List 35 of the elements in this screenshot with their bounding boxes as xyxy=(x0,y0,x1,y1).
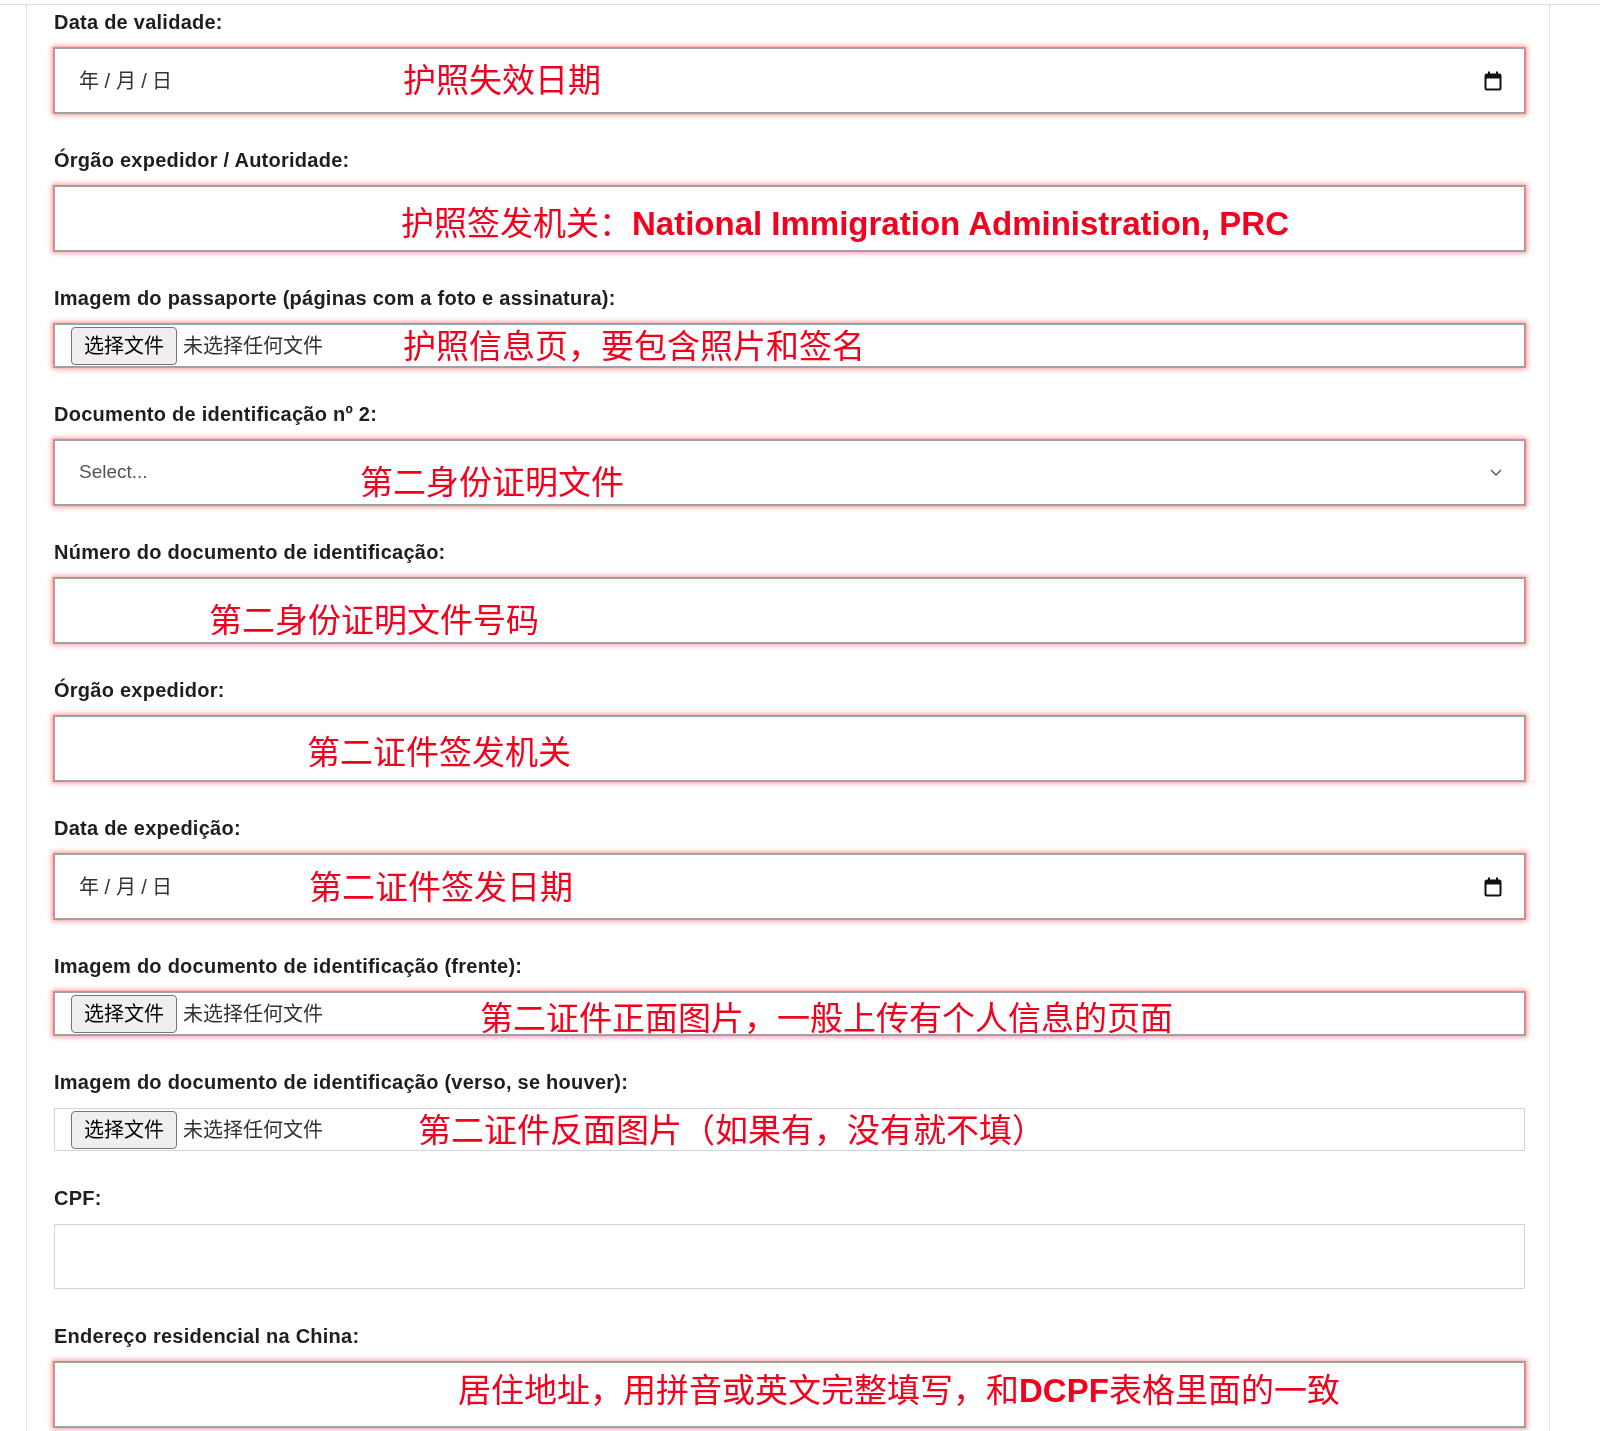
field-label: Órgão expedidor: xyxy=(54,678,226,702)
text-field[interactable] xyxy=(54,578,1525,643)
field-label: Data de validade: xyxy=(54,10,224,34)
annotation-note: 第二证件反面图片（如果有，没有就不填） xyxy=(418,1113,1045,1147)
calendar-icon xyxy=(1484,876,1502,897)
field-label: Documento de identificação nº 2: xyxy=(54,402,379,426)
field-label: Número do documento de identificação: xyxy=(54,540,447,564)
chevron-down-icon xyxy=(1490,469,1502,476)
annotation-note: 第二证件签发机关 xyxy=(307,735,571,769)
field-label: Data de expedição: xyxy=(54,816,242,840)
calendar-icon xyxy=(1484,70,1502,91)
file-status-text: 未选择任何文件 xyxy=(183,1001,323,1027)
annotation-note: 第二身份证明文件 xyxy=(360,465,624,499)
field-label: Órgão expedidor / Autoridade: xyxy=(54,148,351,172)
annotation-note: 居住地址，用拼音或英文完整填写，和DCPF表格里面的一致 xyxy=(458,1373,1340,1407)
choose-file-button[interactable]: 选择文件 xyxy=(71,326,177,365)
field-label: Imagem do documento de identificação (verso, se houver): xyxy=(54,1070,630,1094)
annotation-note: 第二身份证明文件号码 xyxy=(209,603,539,637)
file-status-text: 未选择任何文件 xyxy=(183,333,323,359)
field-label: Endereço residencial na China: xyxy=(54,1324,361,1348)
choose-file-button[interactable]: 选择文件 xyxy=(71,1110,177,1149)
field-label: CPF: xyxy=(54,1186,103,1210)
field-label: Imagem do passaporte (páginas com a foto e assinatura): xyxy=(54,286,617,310)
annotation-note: 护照信息页，要包含照片和签名 xyxy=(403,329,865,363)
text-field[interactable] xyxy=(54,186,1525,251)
annotation-note: 护照签发机关：National Immigration Administration, PRC xyxy=(401,206,1289,240)
annotation-note: 第二证件签发日期 xyxy=(309,870,573,904)
text-field[interactable] xyxy=(54,716,1525,781)
text-field[interactable] xyxy=(54,1362,1525,1427)
file-status-text: 未选择任何文件 xyxy=(183,1117,323,1143)
choose-file-button[interactable]: 选择文件 xyxy=(71,994,177,1033)
text-field[interactable] xyxy=(54,1224,1525,1289)
annotation-note: 第二证件正面图片，一般上传有个人信息的页面 xyxy=(480,1001,1173,1035)
annotation-note: 护照失效日期 xyxy=(403,63,601,97)
field-label: Imagem do documento de identificação (frente): xyxy=(54,954,524,978)
